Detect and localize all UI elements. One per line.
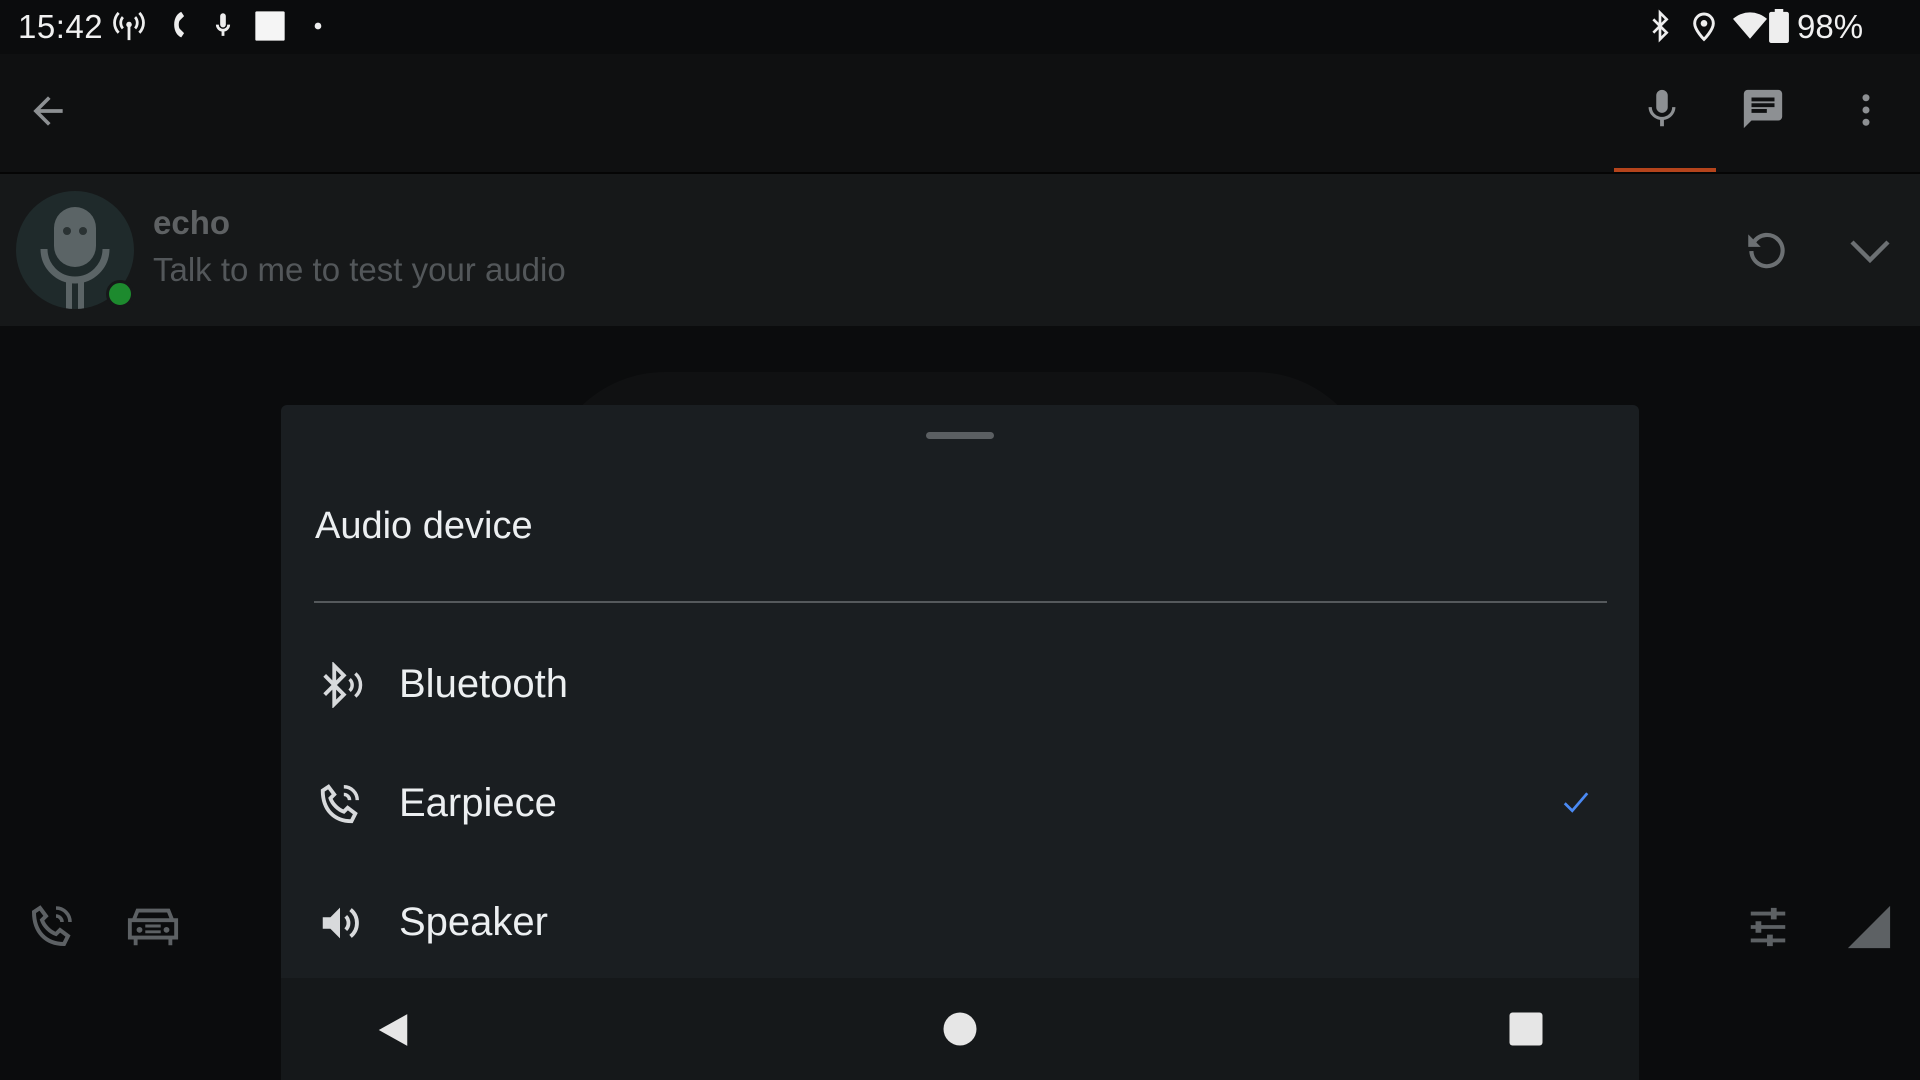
active-tab-indicator [1614, 168, 1716, 172]
volume-up-icon [317, 900, 363, 946]
bluetooth-audio-icon [317, 662, 363, 708]
phone-handset-icon [160, 9, 194, 43]
sliders-icon [1744, 904, 1792, 950]
arrow-back-icon[interactable] [26, 89, 70, 133]
option-label: Speaker [399, 900, 548, 944]
option-earpiece[interactable]: Earpiece [281, 743, 1639, 862]
back-triangle-icon[interactable] [374, 1010, 412, 1050]
wifi-icon [1732, 9, 1768, 43]
car-icon [126, 902, 180, 950]
contact-status-text: Talk to me to test your audio [153, 251, 566, 288]
bluetooth-icon [1644, 9, 1676, 43]
dot-icon [308, 16, 328, 36]
phone-in-talk-icon [317, 781, 363, 827]
signal-triangle-icon [1846, 904, 1892, 950]
phone-call-icon [28, 902, 76, 950]
drag-handle[interactable] [926, 432, 994, 439]
selected-check-icon [1561, 787, 1591, 817]
location-icon [1688, 9, 1720, 43]
chevron-down-icon[interactable] [1846, 226, 1894, 274]
option-speaker[interactable]: Speaker [281, 862, 1639, 981]
chat-icon[interactable] [1740, 86, 1786, 132]
battery-icon [1768, 9, 1790, 43]
square-notification-icon [254, 10, 286, 42]
sheet-title: Audio device [315, 505, 533, 547]
more-vert-icon[interactable] [1845, 88, 1887, 132]
online-status-indicator [106, 280, 134, 308]
top-app-bar [0, 54, 1920, 174]
battery-percent: 98% [1797, 8, 1864, 45]
signal-tower-icon [112, 9, 146, 43]
status-time: 15:42 [18, 8, 104, 45]
home-circle-icon[interactable] [942, 1011, 978, 1047]
microphone-icon[interactable] [1639, 84, 1685, 134]
system-navigation-bar [281, 978, 1639, 1080]
option-label: Earpiece [399, 781, 557, 825]
contact-name: echo [153, 204, 231, 241]
option-label: Bluetooth [399, 662, 569, 706]
option-bluetooth[interactable]: Bluetooth [281, 624, 1639, 743]
recents-square-icon[interactable] [1508, 1011, 1544, 1047]
echo-conversation-header[interactable]: echo Talk to me to test your audio [0, 174, 1920, 326]
divider [314, 601, 1607, 603]
mic-notification-icon [206, 9, 240, 43]
status-bar: 15:42 98% [0, 0, 1920, 54]
refresh-icon[interactable] [1742, 224, 1792, 274]
